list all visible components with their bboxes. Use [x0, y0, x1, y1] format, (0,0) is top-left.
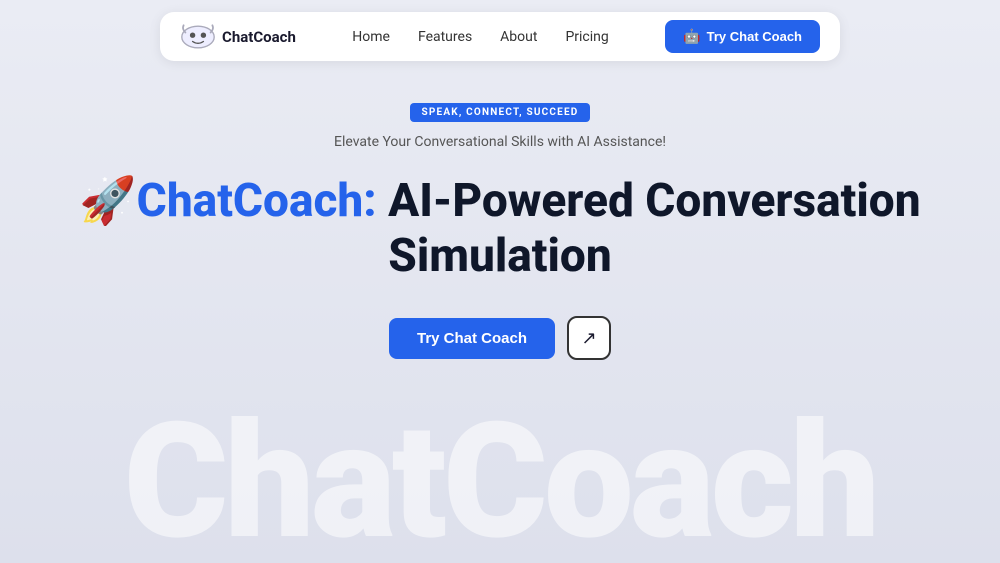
- external-link-icon: ↗: [581, 328, 596, 349]
- external-link-button[interactable]: ↗: [567, 316, 611, 360]
- hero-cta-button[interactable]: Try Chat Coach: [389, 318, 555, 359]
- hero-brand: ChatCoach:: [137, 174, 377, 228]
- nav-logo: ChatCoach: [180, 23, 296, 51]
- nav-features[interactable]: Features: [418, 29, 472, 45]
- nav-cta-button[interactable]: 🤖 Try Chat Coach: [665, 20, 820, 53]
- nav-cta-label: Try Chat Coach: [707, 29, 802, 44]
- nav-home[interactable]: Home: [352, 29, 390, 45]
- hero-badge: SPEAK, CONNECT, SUCCEED: [410, 103, 591, 122]
- hero-title-rest: AI-Powered Conversation Simulation: [377, 174, 921, 283]
- page-wrapper: ChatCoach Home Features About Pricing 🤖 …: [0, 0, 1000, 563]
- nav-cta-icon: 🤖: [683, 28, 700, 45]
- hero-section: SPEAK, CONNECT, SUCCEED Elevate Your Con…: [0, 73, 1000, 384]
- logo-icon: [180, 23, 216, 51]
- background-text: ChatCoach: [124, 403, 877, 563]
- hero-title: 🚀ChatCoach: AI-Powered Conversation Simu…: [0, 174, 1000, 284]
- navbar: ChatCoach Home Features About Pricing 🤖 …: [160, 12, 840, 61]
- nav-links: Home Features About Pricing: [352, 29, 608, 45]
- hero-emoji: 🚀: [79, 174, 136, 228]
- nav-pricing[interactable]: Pricing: [565, 29, 608, 45]
- logo-text: ChatCoach: [222, 28, 296, 46]
- hero-buttons: Try Chat Coach ↗: [389, 316, 611, 360]
- hero-subtitle: Elevate Your Conversational Skills with …: [334, 134, 666, 150]
- nav-about[interactable]: About: [500, 29, 537, 45]
